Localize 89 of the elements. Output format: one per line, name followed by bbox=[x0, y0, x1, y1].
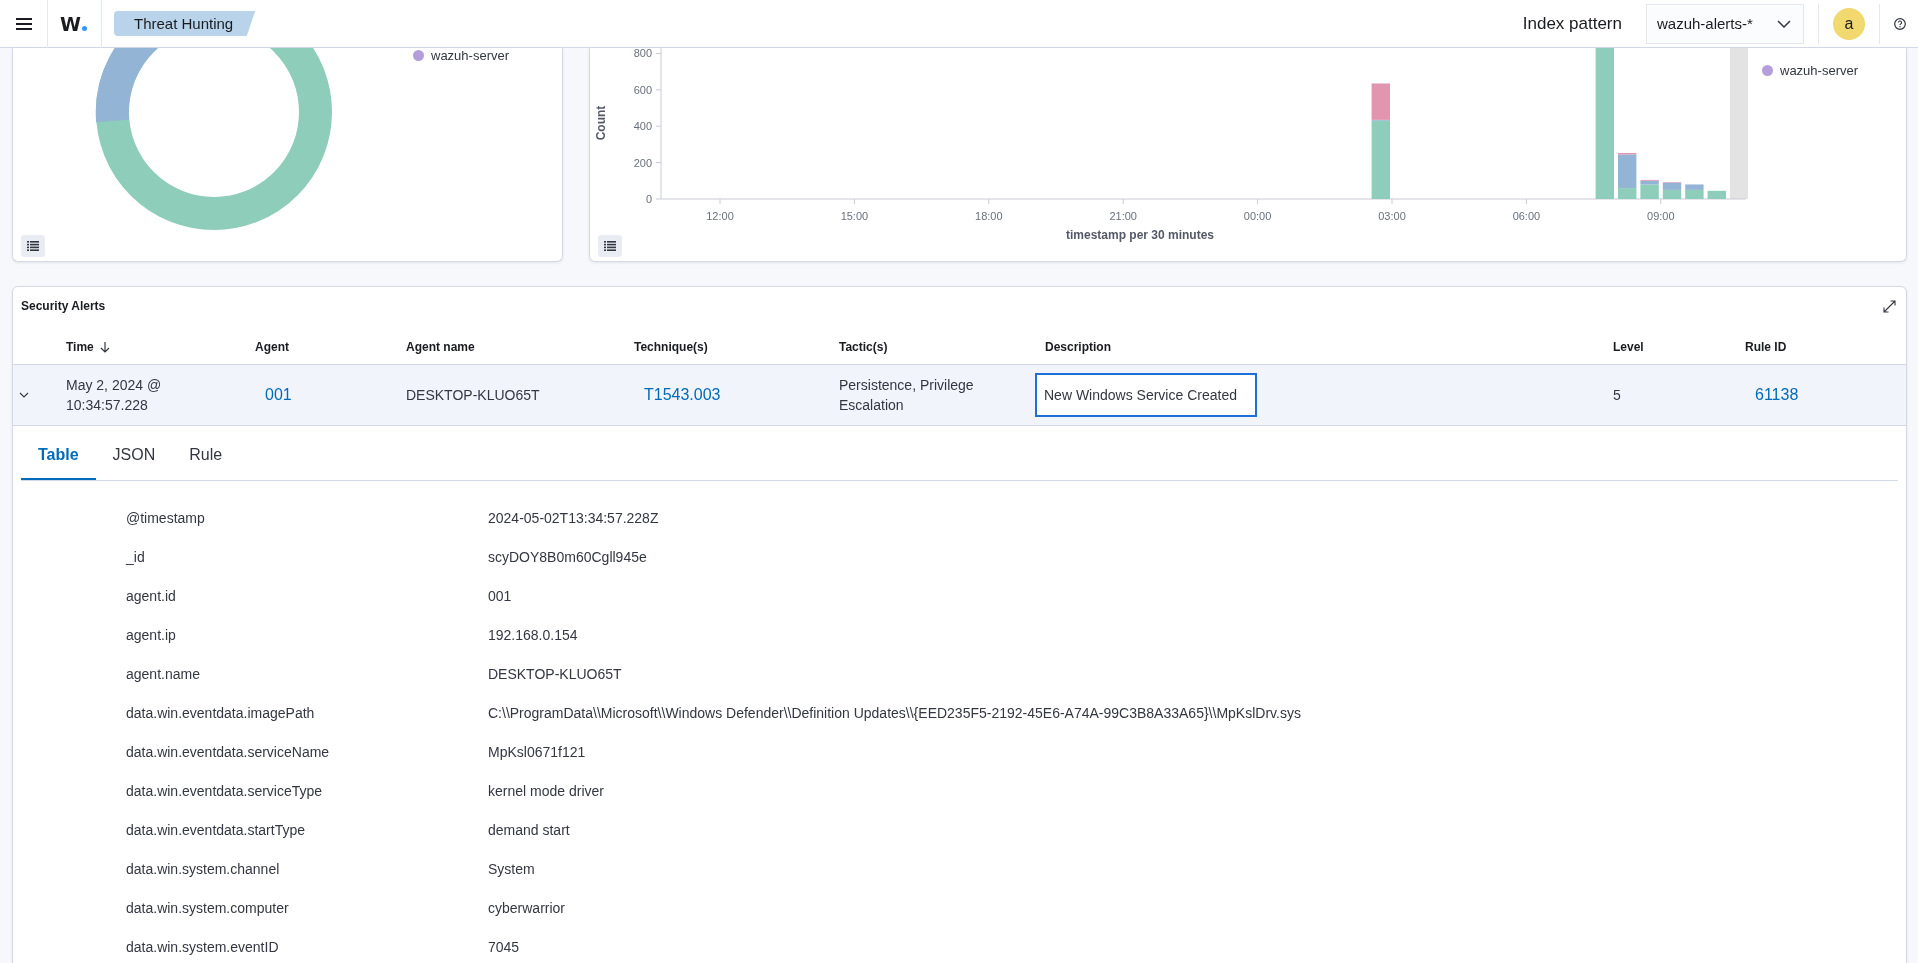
list-icon bbox=[604, 241, 616, 251]
field-name: data.win.system.computer bbox=[125, 899, 290, 916]
field-value: 192.168.0.154 bbox=[488, 626, 578, 643]
chart-bar[interactable] bbox=[1371, 120, 1390, 199]
field-name: _id bbox=[124, 548, 146, 565]
chart-bar[interactable] bbox=[1371, 83, 1390, 120]
legend-label[interactable]: wazuh-server bbox=[431, 48, 510, 63]
field-name: agent.name bbox=[125, 665, 201, 682]
table-link[interactable]: T1543.003 bbox=[634, 386, 721, 403]
y-axis-title: Count bbox=[594, 105, 608, 141]
fullscreen-icon[interactable] bbox=[1883, 299, 1896, 313]
field-value: C:\\ProgramData\\Microsoft\\Windows Defender\\Definition Updates\\{EED235F5-2192-45E6-A74A-99C3B8A33A65}\\MpKslDrv.sys bbox=[488, 704, 1301, 721]
field-value: kernel mode driver bbox=[488, 782, 604, 799]
field-name: data.win.system.eventID bbox=[125, 938, 280, 955]
x-tick-label: 03:00 bbox=[1378, 210, 1406, 222]
x-tick-label: 18:00 bbox=[975, 210, 1003, 222]
x-tick-label: 00:00 bbox=[1243, 210, 1272, 222]
x-tick-label: 06:00 bbox=[1512, 210, 1541, 222]
field-name: data.win.eventdata.serviceType bbox=[125, 782, 324, 799]
column-header[interactable]: Technique(s) bbox=[624, 340, 708, 354]
chart-bar[interactable] bbox=[1685, 184, 1704, 190]
chart-bar[interactable] bbox=[1707, 190, 1726, 199]
column-header[interactable]: Description bbox=[1035, 340, 1111, 354]
field-value: cyberwarrior bbox=[488, 899, 565, 916]
chart-bar[interactable] bbox=[1595, 48, 1614, 199]
x-tick-label: 12:00 bbox=[706, 210, 734, 222]
y-tick-label: 0 bbox=[645, 193, 652, 205]
logo[interactable]: W bbox=[48, 12, 101, 35]
field-value: System bbox=[488, 860, 535, 877]
legend-toggle-button[interactable] bbox=[598, 235, 622, 257]
legend-toggle-button[interactable] bbox=[21, 235, 45, 257]
detail-tab[interactable]: Table bbox=[21, 432, 96, 480]
user-avatar[interactable]: a bbox=[1833, 7, 1865, 40]
field-name: data.win.eventdata.startType bbox=[125, 821, 306, 838]
field-value: 2024-05-02T13:34:57.228Z bbox=[488, 509, 659, 526]
field-value: 001 bbox=[488, 587, 512, 604]
table-cell: 5 bbox=[1613, 387, 1621, 403]
field-value: scyDOY8B0m60Cgll945e bbox=[488, 548, 647, 565]
x-axis-title: timestamp per 30 minutes bbox=[1065, 228, 1215, 242]
chart-bar[interactable] bbox=[1618, 188, 1637, 199]
index-pattern-select[interactable]: wazuh-alerts-* bbox=[1646, 3, 1804, 44]
table-link[interactable]: 61138 bbox=[1745, 386, 1799, 403]
field-name: data.win.system.channel bbox=[125, 860, 281, 877]
index-pattern-label: Index pattern bbox=[1522, 13, 1622, 34]
field-value: 7045 bbox=[488, 938, 520, 955]
chart-bar[interactable] bbox=[1662, 182, 1682, 190]
table-cell[interactable]: New Windows Service Created bbox=[1035, 373, 1257, 417]
y-tick-label: 400 bbox=[633, 120, 652, 133]
detail-tab[interactable]: Rule bbox=[172, 432, 240, 480]
field-name: agent.id bbox=[125, 587, 177, 604]
x-tick-label: 09:00 bbox=[1647, 210, 1675, 222]
sort-arrow-icon bbox=[99, 341, 110, 353]
column-header[interactable]: Level bbox=[1603, 340, 1644, 354]
column-header[interactable]: Rule ID bbox=[1735, 340, 1787, 354]
field-value: MpKsl0671f121 bbox=[488, 743, 586, 760]
x-tick-label: 21:00 bbox=[1109, 210, 1137, 222]
field-name: data.win.eventdata.imagePath bbox=[125, 704, 316, 721]
table-link[interactable]: 001 bbox=[255, 386, 292, 403]
column-header[interactable]: Time bbox=[56, 340, 110, 354]
x-tick-label: 15:00 bbox=[840, 210, 869, 222]
field-value: demand start bbox=[488, 821, 570, 838]
table-cell: May 2, 2024 @ 10:34:57.228 bbox=[66, 377, 162, 413]
help-icon[interactable] bbox=[1894, 17, 1906, 30]
panel-title: Security Alerts bbox=[21, 299, 106, 313]
table-row[interactable]: May 2, 2024 @ 10:34:57.228 001 DESKTOP-KLUO65T T1543.003 Persistence, Privilege Escalation New Windows Service Created 5 61138 bbox=[13, 365, 1906, 426]
chart-bar[interactable] bbox=[1640, 184, 1659, 199]
y-tick-label: 200 bbox=[633, 156, 652, 169]
field-value: DESKTOP-KLUO65T bbox=[488, 665, 622, 682]
column-header[interactable]: Agent name bbox=[396, 340, 475, 354]
table-cell: Persistence, Privilege Escalation bbox=[839, 377, 974, 413]
chart-bar[interactable] bbox=[1662, 189, 1682, 199]
column-header[interactable]: Agent bbox=[245, 340, 289, 354]
detail-tab[interactable]: JSON bbox=[95, 432, 173, 480]
field-name: @timestamp bbox=[125, 509, 206, 526]
list-icon bbox=[27, 241, 39, 251]
chevron-down-icon bbox=[1777, 19, 1791, 28]
field-name: agent.ip bbox=[125, 626, 177, 643]
y-tick-label: 600 bbox=[633, 83, 652, 96]
chevron-icon[interactable] bbox=[19, 390, 29, 400]
breadcrumb[interactable]: Threat Hunting bbox=[113, 11, 256, 36]
y-tick-label: 800 bbox=[633, 48, 652, 60]
field-name: data.win.eventdata.serviceName bbox=[125, 743, 331, 760]
chart-bar[interactable] bbox=[1685, 189, 1704, 199]
column-header[interactable]: Tactic(s) bbox=[829, 340, 888, 354]
legend-label[interactable]: wazuh-server bbox=[1780, 63, 1859, 78]
menu-icon[interactable] bbox=[16, 16, 32, 31]
chart-bar[interactable] bbox=[1618, 152, 1637, 155]
table-cell: DESKTOP-KLUO65T bbox=[406, 387, 540, 403]
chart-bar[interactable] bbox=[1618, 154, 1637, 189]
